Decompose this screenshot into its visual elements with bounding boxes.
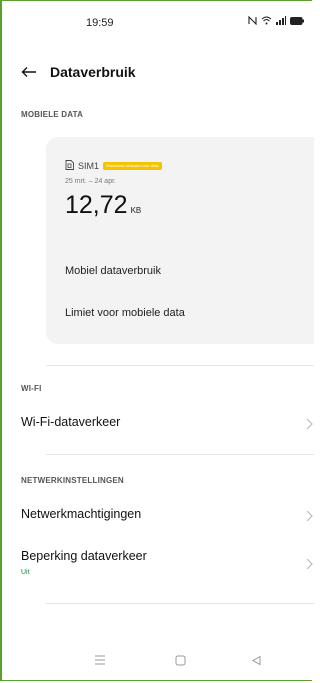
signal-icon — [276, 16, 286, 25]
status-icons — [248, 16, 304, 25]
data-restriction-status: Uit — [21, 569, 30, 576]
status-bar: 19:59 — [0, 0, 314, 46]
wifi-icon — [261, 16, 272, 25]
sim-card-icon — [65, 157, 74, 175]
nfc-icon — [248, 16, 257, 25]
wifi-data-usage-row[interactable]: Wi-Fi-dataverkeer — [21, 415, 314, 439]
section-wifi: WI-FI — [21, 384, 42, 393]
wifi-data-usage-label: Wi-Fi-dataverkeer — [21, 415, 121, 429]
status-time: 19:59 — [86, 17, 114, 29]
back-icon[interactable] — [248, 652, 264, 668]
usage-unit: KB — [130, 206, 142, 215]
back-arrow-icon[interactable] — [18, 61, 40, 83]
chevron-right-icon — [306, 418, 313, 430]
chevron-right-icon — [306, 558, 313, 570]
section-mobile-data: MOBIELE DATA — [21, 110, 84, 119]
section-network-settings: NETWERKINSTELLINGEN — [21, 476, 124, 485]
menu-icon[interactable] — [92, 652, 108, 668]
app-header: Dataverbruik — [18, 60, 314, 84]
default-sim-badge: Standaard simkaart voor data — [103, 162, 162, 170]
mobile-data-usage-item[interactable]: Mobiel dataverbruik — [65, 265, 161, 277]
data-restriction-label: Beperking dataverkeer — [21, 549, 147, 563]
network-permissions-row[interactable]: Netwerkmachtigingen — [21, 507, 314, 531]
home-icon[interactable] — [172, 652, 188, 668]
chevron-right-icon — [306, 510, 313, 522]
billing-period: 25 mrt. – 24 apr. — [65, 178, 116, 185]
usage-amount: 12,72 KB — [65, 191, 141, 220]
data-restriction-row[interactable]: Beperking dataverkeer Uit — [21, 549, 314, 585]
navigation-bar — [0, 638, 314, 683]
usage-value: 12,72 — [65, 191, 128, 219]
network-permissions-label: Netwerkmachtigingen — [21, 507, 142, 521]
page-title: Dataverbruik — [50, 64, 136, 80]
sim-header: SIM1 Standaard simkaart voor data — [65, 157, 162, 175]
divider — [46, 603, 314, 604]
divider — [46, 365, 314, 366]
sim-label: SIM1 — [78, 161, 100, 171]
divider — [46, 454, 314, 455]
battery-icon — [290, 16, 304, 25]
mobile-data-limit-item[interactable]: Limiet voor mobiele data — [65, 307, 185, 319]
sim-card-panel: SIM1 Standaard simkaart voor data 25 mrt… — [46, 137, 314, 344]
